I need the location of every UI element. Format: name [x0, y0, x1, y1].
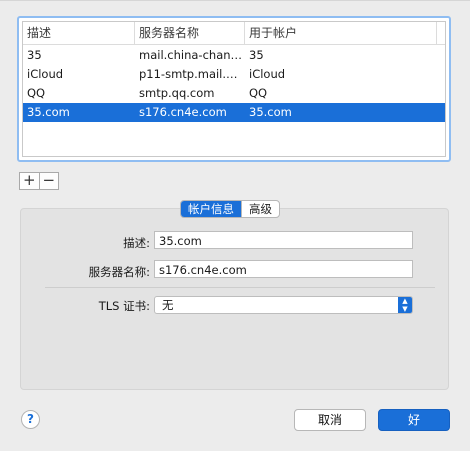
cell-account: 35.com: [249, 105, 292, 119]
table-row[interactable]: QQ smtp.qq.com QQ: [23, 84, 445, 103]
table-header: 描述 服务器名称 用于帐户: [23, 22, 445, 45]
description-label: 描述:: [123, 236, 150, 250]
cell-server: p11-smtp.mail.me...: [139, 67, 243, 81]
window-top-border: [0, 0, 470, 1]
tab-account-info[interactable]: 帐户信息: [181, 201, 241, 217]
cell-description: 35.com: [27, 105, 70, 119]
add-remove-control: + −: [19, 172, 59, 190]
cell-server: s176.cn4e.com: [139, 105, 227, 119]
form-divider: [45, 287, 435, 288]
tls-certificate-value: 无: [162, 298, 174, 312]
ok-button[interactable]: 好: [378, 409, 450, 431]
table-row[interactable]: iCloud p11-smtp.mail.me... iCloud: [23, 65, 445, 84]
table-body: 35 mail.china-chann... 35 iCloud p11-smt…: [23, 46, 445, 122]
tab-advanced[interactable]: 高级: [241, 201, 279, 217]
table-row[interactable]: 35 mail.china-chann... 35: [23, 46, 445, 65]
cell-account: 35: [249, 48, 264, 62]
smtp-server-table[interactable]: 描述 服务器名称 用于帐户 35 mail.china-chann... 35 …: [17, 16, 451, 162]
help-button[interactable]: ?: [21, 410, 40, 429]
column-header-description[interactable]: 描述: [23, 22, 135, 44]
table-row-selected[interactable]: 35.com s176.cn4e.com 35.com: [23, 103, 445, 122]
table-viewport: 描述 服务器名称 用于帐户 35 mail.china-chann... 35 …: [22, 21, 446, 157]
tls-certificate-select[interactable]: 无 ▲ ▼: [154, 296, 413, 314]
tls-certificate-label: TLS 证书:: [98, 299, 150, 313]
cell-server: mail.china-chann...: [139, 48, 243, 62]
cell-account: iCloud: [249, 67, 286, 81]
cell-account: QQ: [249, 86, 268, 100]
cancel-button[interactable]: 取消: [294, 409, 366, 431]
chevron-up-down-icon: ▲ ▼: [398, 297, 412, 313]
column-header-account[interactable]: 用于帐户: [245, 22, 437, 44]
column-header-server[interactable]: 服务器名称: [135, 22, 245, 44]
cell-description: 35: [27, 48, 42, 62]
cell-server: smtp.qq.com: [139, 86, 215, 100]
server-name-field[interactable]: s176.cn4e.com: [154, 260, 413, 278]
column-header-spacer: [437, 22, 445, 44]
remove-server-button[interactable]: −: [38, 173, 59, 189]
detail-tab-bar: 帐户信息 高级: [180, 200, 280, 218]
cell-description: iCloud: [27, 67, 64, 81]
cell-description: QQ: [27, 86, 46, 100]
add-server-button[interactable]: +: [20, 173, 39, 189]
description-field[interactable]: 35.com: [154, 231, 413, 249]
server-name-label: 服务器名称:: [88, 265, 150, 279]
